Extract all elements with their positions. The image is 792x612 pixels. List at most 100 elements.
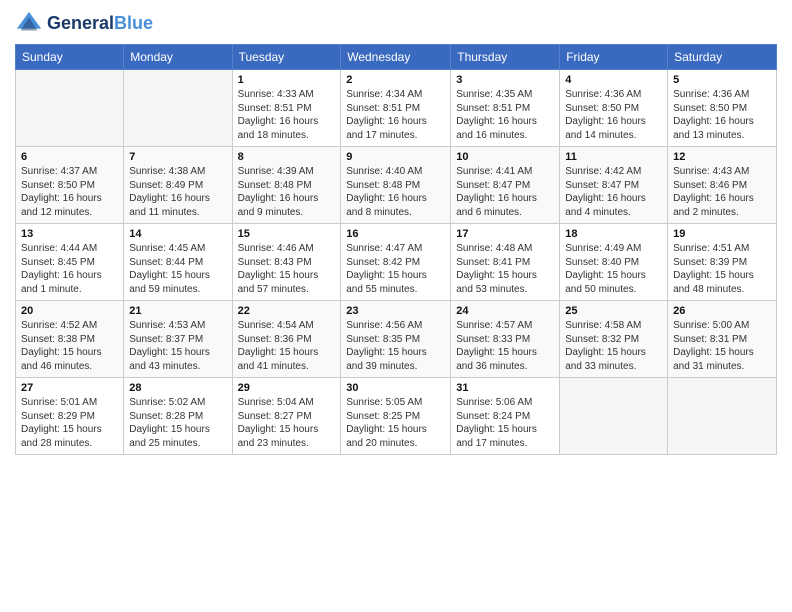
day-info: Sunrise: 5:06 AM Sunset: 8:24 PM Dayligh… <box>456 396 554 450</box>
day-info: Sunrise: 5:02 AM Sunset: 8:28 PM Dayligh… <box>129 396 226 450</box>
day-info: Sunrise: 4:48 AM Sunset: 8:41 PM Dayligh… <box>456 242 554 296</box>
day-number: 30 <box>346 382 445 394</box>
weekday-header-sunday: Sunday <box>16 45 124 70</box>
calendar-cell: 21 Sunrise: 4:53 AM Sunset: 8:37 PM Dayli… <box>124 301 232 378</box>
week-row-2: 6 Sunrise: 4:37 AM Sunset: 8:50 PM Daylig… <box>16 147 777 224</box>
calendar-cell: 13 Sunrise: 4:44 AM Sunset: 8:45 PM Dayli… <box>16 224 124 301</box>
calendar-cell: 4Sunrise: 4:36 AM Sunset: 8:50 PM Daylig… <box>560 70 668 147</box>
header: GeneralBlue <box>15 10 777 38</box>
week-row-4: 20 Sunrise: 4:52 AM Sunset: 8:38 PM Dayli… <box>16 301 777 378</box>
calendar-cell: 24Sunrise: 4:57 AM Sunset: 8:33 PM Dayli… <box>451 301 560 378</box>
weekday-header-monday: Monday <box>124 45 232 70</box>
calendar-cell: 2 Sunrise: 4:34 AM Sunset: 8:51 PM Daylig… <box>341 70 451 147</box>
day-number: 7 <box>129 151 226 163</box>
day-number: 3 <box>456 74 554 86</box>
day-info: Sunrise: 4:52 AM Sunset: 8:38 PM Dayligh… <box>21 319 118 373</box>
day-number: 20 <box>21 305 118 317</box>
day-info: Sunrise: 4:34 AM Sunset: 8:51 PM Dayligh… <box>346 88 445 142</box>
day-info: Sunrise: 5:04 AM Sunset: 8:27 PM Dayligh… <box>238 396 336 450</box>
day-number: 23 <box>346 305 445 317</box>
day-number: 26 <box>673 305 771 317</box>
day-number: 31 <box>456 382 554 394</box>
day-info: Sunrise: 4:53 AM Sunset: 8:37 PM Dayligh… <box>129 319 226 373</box>
day-number: 27 <box>21 382 118 394</box>
day-number: 5 <box>673 74 771 86</box>
day-number: 14 <box>129 228 226 240</box>
day-number: 6 <box>21 151 118 163</box>
day-info: Sunrise: 4:45 AM Sunset: 8:44 PM Dayligh… <box>129 242 226 296</box>
week-row-1: 1Sunrise: 4:33 AM Sunset: 8:51 PM Daylig… <box>16 70 777 147</box>
calendar-cell: 18Sunrise: 4:49 AM Sunset: 8:40 PM Dayli… <box>560 224 668 301</box>
day-info: Sunrise: 4:35 AM Sunset: 8:51 PM Dayligh… <box>456 88 554 142</box>
day-number: 28 <box>129 382 226 394</box>
day-info: Sunrise: 4:58 AM Sunset: 8:32 PM Dayligh… <box>565 319 662 373</box>
day-info: Sunrise: 4:36 AM Sunset: 8:50 PM Dayligh… <box>673 88 771 142</box>
calendar-cell: 20 Sunrise: 4:52 AM Sunset: 8:38 PM Dayli… <box>16 301 124 378</box>
day-info: Sunrise: 4:37 AM Sunset: 8:50 PM Dayligh… <box>21 165 118 219</box>
weekday-header-tuesday: Tuesday <box>232 45 341 70</box>
calendar-cell: 12Sunrise: 4:43 AM Sunset: 8:46 PM Dayli… <box>668 147 777 224</box>
day-number: 16 <box>346 228 445 240</box>
calendar-cell: 8Sunrise: 4:39 AM Sunset: 8:48 PM Daylig… <box>232 147 341 224</box>
weekday-header-row: SundayMondayTuesdayWednesdayThursdayFrid… <box>16 45 777 70</box>
calendar-table: SundayMondayTuesdayWednesdayThursdayFrid… <box>15 44 777 455</box>
day-info: Sunrise: 5:00 AM Sunset: 8:31 PM Dayligh… <box>673 319 771 373</box>
day-info: Sunrise: 4:54 AM Sunset: 8:36 PM Dayligh… <box>238 319 336 373</box>
day-info: Sunrise: 4:46 AM Sunset: 8:43 PM Dayligh… <box>238 242 336 296</box>
day-info: Sunrise: 4:51 AM Sunset: 8:39 PM Dayligh… <box>673 242 771 296</box>
day-number: 9 <box>346 151 445 163</box>
day-number: 2 <box>346 74 445 86</box>
calendar-cell: 16 Sunrise: 4:47 AM Sunset: 8:42 PM Dayli… <box>341 224 451 301</box>
day-info: Sunrise: 4:41 AM Sunset: 8:47 PM Dayligh… <box>456 165 554 219</box>
day-number: 11 <box>565 151 662 163</box>
calendar-cell: 10 Sunrise: 4:41 AM Sunset: 8:47 PM Dayli… <box>451 147 560 224</box>
calendar-cell <box>124 70 232 147</box>
calendar-cell: 7 Sunrise: 4:38 AM Sunset: 8:49 PM Daylig… <box>124 147 232 224</box>
calendar-cell: 14 Sunrise: 4:45 AM Sunset: 8:44 PM Dayli… <box>124 224 232 301</box>
day-info: Sunrise: 4:38 AM Sunset: 8:49 PM Dayligh… <box>129 165 226 219</box>
day-number: 21 <box>129 305 226 317</box>
day-number: 4 <box>565 74 662 86</box>
week-row-3: 13 Sunrise: 4:44 AM Sunset: 8:45 PM Dayli… <box>16 224 777 301</box>
calendar-cell: 27 Sunrise: 5:01 AM Sunset: 8:29 PM Dayli… <box>16 378 124 455</box>
weekday-header-thursday: Thursday <box>451 45 560 70</box>
day-number: 8 <box>238 151 336 163</box>
day-number: 17 <box>456 228 554 240</box>
page: GeneralBlue SundayMondayTuesdayWednesday… <box>0 0 792 612</box>
day-number: 13 <box>21 228 118 240</box>
day-info: Sunrise: 5:05 AM Sunset: 8:25 PM Dayligh… <box>346 396 445 450</box>
logo-icon <box>15 10 43 38</box>
day-info: Sunrise: 4:42 AM Sunset: 8:47 PM Dayligh… <box>565 165 662 219</box>
day-number: 15 <box>238 228 336 240</box>
day-info: Sunrise: 4:56 AM Sunset: 8:35 PM Dayligh… <box>346 319 445 373</box>
calendar-cell: 15 Sunrise: 4:46 AM Sunset: 8:43 PM Dayli… <box>232 224 341 301</box>
day-info: Sunrise: 5:01 AM Sunset: 8:29 PM Dayligh… <box>21 396 118 450</box>
logo: GeneralBlue <box>15 10 153 38</box>
calendar-cell: 28 Sunrise: 5:02 AM Sunset: 8:28 PM Dayli… <box>124 378 232 455</box>
calendar-cell: 22 Sunrise: 4:54 AM Sunset: 8:36 PM Dayli… <box>232 301 341 378</box>
calendar-cell: 17 Sunrise: 4:48 AM Sunset: 8:41 PM Dayli… <box>451 224 560 301</box>
logo-text: GeneralBlue <box>47 14 153 34</box>
calendar-cell: 29Sunrise: 5:04 AM Sunset: 8:27 PM Dayli… <box>232 378 341 455</box>
calendar-cell: 23 Sunrise: 4:56 AM Sunset: 8:35 PM Dayli… <box>341 301 451 378</box>
day-info: Sunrise: 4:40 AM Sunset: 8:48 PM Dayligh… <box>346 165 445 219</box>
calendar-cell: 1Sunrise: 4:33 AM Sunset: 8:51 PM Daylig… <box>232 70 341 147</box>
calendar-cell <box>668 378 777 455</box>
calendar-cell: 11 Sunrise: 4:42 AM Sunset: 8:47 PM Dayli… <box>560 147 668 224</box>
day-number: 1 <box>238 74 336 86</box>
day-info: Sunrise: 4:43 AM Sunset: 8:46 PM Dayligh… <box>673 165 771 219</box>
calendar-cell <box>560 378 668 455</box>
day-info: Sunrise: 4:49 AM Sunset: 8:40 PM Dayligh… <box>565 242 662 296</box>
day-info: Sunrise: 4:44 AM Sunset: 8:45 PM Dayligh… <box>21 242 118 296</box>
day-number: 22 <box>238 305 336 317</box>
weekday-header-wednesday: Wednesday <box>341 45 451 70</box>
calendar-cell: 9 Sunrise: 4:40 AM Sunset: 8:48 PM Daylig… <box>341 147 451 224</box>
week-row-5: 27 Sunrise: 5:01 AM Sunset: 8:29 PM Dayli… <box>16 378 777 455</box>
calendar-cell: 6 Sunrise: 4:37 AM Sunset: 8:50 PM Daylig… <box>16 147 124 224</box>
day-info: Sunrise: 4:47 AM Sunset: 8:42 PM Dayligh… <box>346 242 445 296</box>
day-number: 24 <box>456 305 554 317</box>
calendar-cell: 30 Sunrise: 5:05 AM Sunset: 8:25 PM Dayli… <box>341 378 451 455</box>
calendar-cell: 26 Sunrise: 5:00 AM Sunset: 8:31 PM Dayli… <box>668 301 777 378</box>
calendar-cell: 5 Sunrise: 4:36 AM Sunset: 8:50 PM Daylig… <box>668 70 777 147</box>
day-number: 10 <box>456 151 554 163</box>
